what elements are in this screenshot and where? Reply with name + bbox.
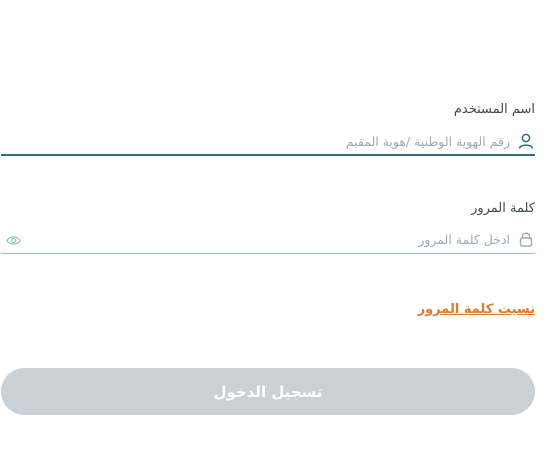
forgot-password-link[interactable]: نسيت كلمة المرور xyxy=(418,302,535,317)
login-form: اسم المستخدم كلمة المرور نسيت كلمة المرو… xyxy=(0,0,546,454)
login-button[interactable]: تسجيل الدخول xyxy=(1,368,535,415)
password-label: كلمة المرور xyxy=(471,201,535,216)
username-input[interactable] xyxy=(40,130,510,152)
lock-icon xyxy=(517,230,535,248)
password-field-row xyxy=(1,228,535,254)
user-icon xyxy=(517,132,535,150)
username-label: اسم المستخدم xyxy=(453,102,535,117)
password-input[interactable] xyxy=(40,228,510,250)
username-field-row xyxy=(1,130,535,156)
eye-icon[interactable] xyxy=(5,233,21,247)
